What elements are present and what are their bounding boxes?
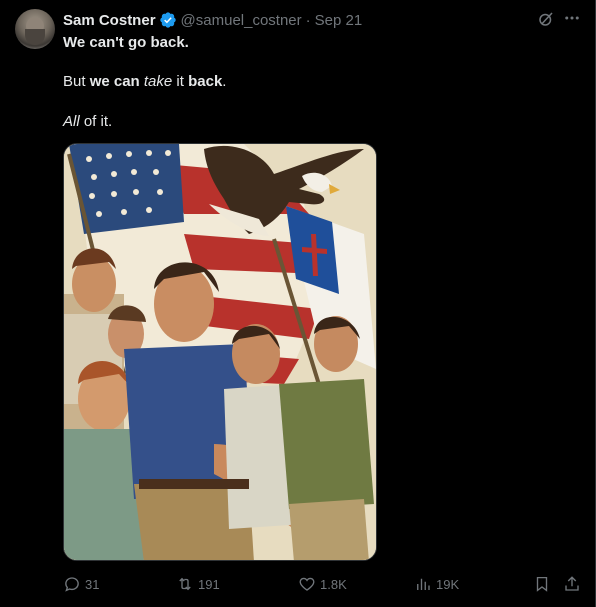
author-handle[interactable]: @samuel_costner	[181, 12, 302, 29]
text-bold: back	[188, 73, 223, 90]
verified-badge-icon[interactable]	[159, 11, 177, 29]
action-bar: 31 191 1.8K 19K	[63, 575, 583, 595]
author-name[interactable]: Sam Costner	[63, 12, 156, 29]
repost-button[interactable]: 191	[176, 575, 220, 593]
post-image[interactable]	[63, 143, 377, 561]
heart-icon	[299, 577, 315, 591]
post[interactable]: Sam Costner @samuel_costner · Sep 21 We …	[0, 0, 596, 607]
views-icon	[417, 578, 430, 590]
more-icon[interactable]	[563, 9, 581, 27]
share-icon	[565, 576, 579, 591]
views-button[interactable]: 19K	[414, 575, 459, 593]
text-bold: we can	[89, 73, 144, 90]
post-header: Sam Costner @samuel_costner · Sep 21	[63, 10, 362, 30]
bookmark-icon	[536, 576, 548, 592]
author-avatar[interactable]	[15, 9, 55, 49]
text-plain: it	[172, 73, 189, 90]
post-date[interactable]: Sep 21	[315, 12, 363, 29]
text-bold: We can't go back.	[63, 34, 189, 51]
text-plain: .	[222, 73, 227, 90]
like-count: 1.8K	[320, 576, 347, 592]
text-italic: take	[143, 73, 173, 90]
share-button[interactable]	[563, 575, 585, 593]
retweet-icon	[179, 577, 191, 591]
reply-count: 31	[85, 576, 100, 592]
text-plain: of it.	[79, 113, 113, 130]
avatar-beard	[25, 29, 45, 45]
bookmark-button[interactable]	[533, 575, 555, 593]
repost-count: 191	[198, 576, 220, 592]
reply-button[interactable]: 31	[63, 575, 99, 593]
text-italic: All	[63, 113, 80, 130]
reply-icon	[65, 577, 79, 592]
header-separator: ·	[305, 11, 311, 29]
view-count: 19K	[436, 576, 460, 592]
text-plain: But	[63, 73, 90, 90]
grok-icon[interactable]	[537, 10, 555, 28]
like-button[interactable]: 1.8K	[298, 575, 347, 593]
post-image-illustration	[64, 144, 376, 560]
post-text-line-2: But we can take it back.	[63, 72, 226, 92]
post-text-line-3: All of it.	[63, 112, 112, 132]
post-text-line-1: We can't go back.	[63, 33, 189, 53]
